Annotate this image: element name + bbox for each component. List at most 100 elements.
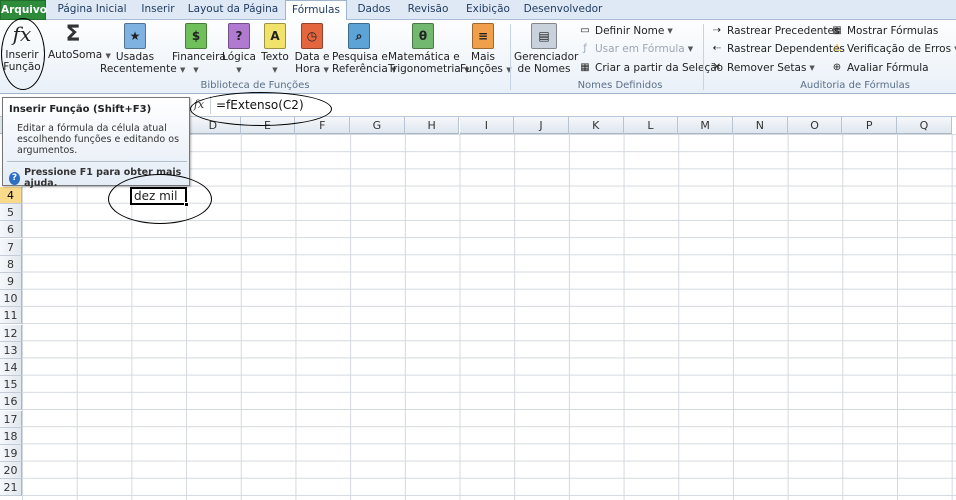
row-header-5[interactable]: 5: [0, 204, 22, 222]
column-header-f[interactable]: F: [295, 117, 351, 134]
use-formula-icon: ƒ: [583, 43, 587, 54]
row-header-10[interactable]: 10: [0, 290, 22, 308]
group-label-audit: Auditoria de Fórmulas: [800, 80, 910, 91]
column-header-j[interactable]: J: [514, 117, 569, 134]
tooltip-help-text: Pressione F1 para obter mais ajuda.: [24, 167, 182, 189]
row-header-16[interactable]: 16: [0, 393, 22, 411]
clock-book-icon: ◷: [301, 23, 323, 49]
row-header-9[interactable]: 9: [0, 273, 22, 290]
column-header-n[interactable]: N: [733, 117, 788, 134]
row-header-21[interactable]: 21: [0, 479, 22, 497]
tab-arquivo[interactable]: Arquivo: [0, 0, 47, 20]
ribbon-separator: [703, 24, 704, 90]
tag-icon: ▭: [580, 25, 590, 36]
math-button[interactable]: θ Matemática e Trigonometria ▼: [388, 23, 469, 76]
books-icon: ≡: [472, 23, 494, 49]
lookup-button[interactable]: ⌕ Pesquisa e Referência ▼: [332, 23, 397, 76]
name-manager-icon: ▤: [531, 23, 557, 49]
evaluate-formula-button[interactable]: ⊕ Avaliar Fórmula: [830, 62, 929, 74]
tab-desenvolvedor[interactable]: Desenvolvedor: [522, 0, 604, 20]
tab-formulas[interactable]: Fórmulas: [285, 0, 347, 21]
trace-precedents-icon: ⇢: [712, 25, 722, 36]
logical-book-icon: ?: [228, 23, 250, 49]
tab-dados[interactable]: Dados: [352, 0, 396, 20]
column-header-i[interactable]: I: [459, 117, 515, 134]
row-header-6[interactable]: 6: [0, 221, 22, 239]
formula-input[interactable]: =fExtenso(C2): [216, 98, 304, 112]
logical-button[interactable]: ? Lógica ▼: [222, 23, 256, 76]
row-header-7[interactable]: 7: [0, 238, 22, 256]
ribbon-formulas: fx Inserir Função Σ AutoSoma ▼ ★ Usadas …: [0, 20, 956, 94]
trace-dependents-button[interactable]: ⇠ Rastrear Dependentes: [710, 43, 845, 55]
error-checking-button[interactable]: ⚠ Verificação de Erros▼: [830, 43, 956, 55]
tooltip-title: Inserir Função (Shift+F3): [9, 104, 152, 115]
column-header-h[interactable]: H: [404, 117, 460, 134]
name-manager-button[interactable]: ▤ Gerenciador de Nomes: [514, 23, 578, 75]
more-functions-button[interactable]: ≡ Mais Funções ▼: [460, 23, 512, 76]
ribbon-tab-bar: Arquivo Página Inicial Inserir Layout da…: [0, 0, 956, 21]
column-header-d[interactable]: D: [186, 117, 241, 134]
column-header-p[interactable]: P: [842, 117, 898, 134]
row-header-17[interactable]: 17: [0, 410, 22, 428]
tab-pagina-inicial[interactable]: Página Inicial: [52, 0, 132, 20]
fx-icon: fx: [12, 22, 32, 46]
ribbon-separator: [510, 24, 511, 90]
text-book-icon: A: [264, 23, 286, 49]
group-label-library: Biblioteca de Funções: [200, 80, 310, 91]
remove-arrows-icon: ✕: [712, 62, 722, 73]
recently-used-button[interactable]: ★ Usadas Recentemente ▼: [100, 23, 185, 76]
tab-inserir[interactable]: Inserir: [136, 0, 180, 20]
tab-exibicao[interactable]: Exibição: [462, 0, 514, 20]
tab-revisao[interactable]: Revisão: [402, 0, 454, 20]
row-header-12[interactable]: 12: [0, 324, 22, 342]
column-header-e[interactable]: E: [240, 117, 296, 134]
tooltip-divider: [7, 161, 187, 162]
row-header-18[interactable]: 18: [0, 427, 22, 445]
remove-arrows-button[interactable]: ✕ Remover Setas ▼: [710, 62, 815, 74]
datetime-button[interactable]: ◷ Data e Hora ▼: [294, 23, 330, 76]
insert-function-fx-icon[interactable]: fx: [190, 97, 208, 113]
financial-book-icon: $: [185, 23, 207, 49]
use-in-formula-button[interactable]: ƒ Usar em Fórmula ▼: [578, 43, 693, 55]
sigma-icon: Σ: [65, 22, 81, 47]
formula-bar-divider: [210, 96, 211, 114]
text-button[interactable]: A Texto ▼: [258, 23, 292, 76]
define-name-button[interactable]: ▭ Definir Nome ▼: [578, 25, 672, 37]
column-header-l[interactable]: L: [623, 117, 679, 134]
column-header-k[interactable]: K: [568, 117, 624, 134]
row-header-4[interactable]: 4: [0, 187, 22, 204]
show-formulas-icon: ▦: [832, 25, 842, 36]
trace-dependents-icon: ⇠: [712, 43, 722, 54]
fill-handle[interactable]: [184, 202, 189, 207]
theta-book-icon: θ: [412, 23, 434, 49]
group-label-names: Nomes Definidos: [577, 80, 663, 91]
create-from-selection-button[interactable]: ▦ Criar a partir da Seleção: [578, 62, 723, 74]
column-header-o[interactable]: O: [787, 117, 843, 134]
warning-icon: ⚠: [832, 43, 842, 54]
insert-function-button[interactable]: fx Inserir Função: [2, 23, 42, 73]
tooltip-help: ? Pressione F1 para obter mais ajuda.: [9, 167, 189, 189]
active-cell[interactable]: dez mil: [130, 187, 187, 205]
evaluate-formula-icon: ⊕: [832, 62, 842, 73]
help-icon: ?: [9, 171, 21, 185]
create-from-selection-icon: ▦: [580, 62, 590, 73]
magnifier-book-icon: ⌕: [348, 23, 370, 49]
insert-function-tooltip: Inserir Função (Shift+F3) Editar a fórmu…: [2, 97, 190, 189]
row-header-20[interactable]: 20: [0, 462, 22, 480]
row-header-14[interactable]: 14: [0, 359, 22, 376]
row-header-11[interactable]: 11: [0, 307, 22, 325]
show-formulas-button[interactable]: ▦ Mostrar Fórmulas: [830, 25, 938, 37]
financial-button[interactable]: $ Financeira ▼: [172, 23, 226, 76]
row-header-8[interactable]: 8: [0, 255, 22, 273]
column-header-g[interactable]: G: [350, 117, 405, 134]
star-book-icon: ★: [124, 23, 146, 49]
column-header-m[interactable]: M: [678, 117, 733, 134]
column-header-q[interactable]: Q: [897, 117, 952, 134]
row-header-19[interactable]: 19: [0, 445, 22, 462]
tooltip-body: Editar a fórmula da célula atual escolhe…: [17, 123, 180, 156]
tab-layout[interactable]: Layout da Página: [186, 0, 280, 20]
autosum-button[interactable]: Σ AutoSoma ▼: [48, 22, 111, 62]
row-header-15[interactable]: 15: [0, 376, 22, 394]
trace-precedents-button[interactable]: ⇢ Rastrear Precedentes: [710, 25, 840, 37]
row-header-13[interactable]: 13: [0, 341, 22, 359]
